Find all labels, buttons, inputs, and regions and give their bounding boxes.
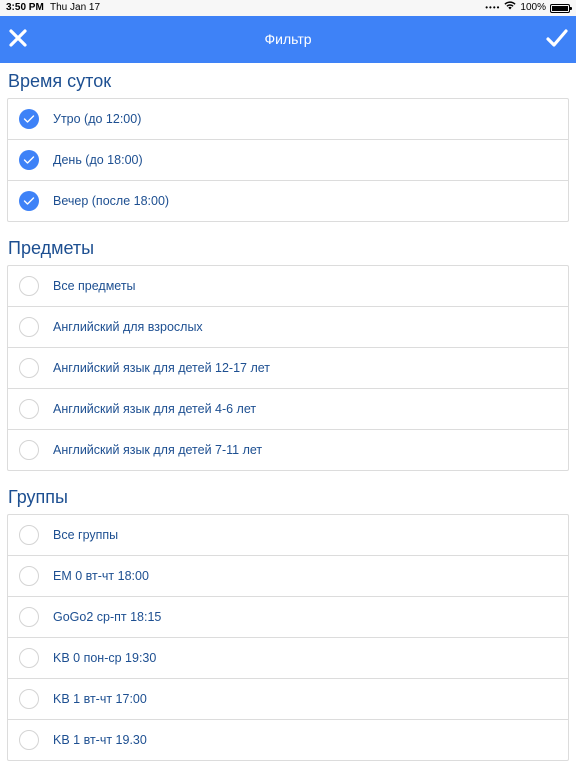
filter-option[interactable]: Английский язык для детей 4-6 лет [8, 388, 568, 429]
dots-icon: •••• [485, 3, 501, 12]
filter-list: Утро (до 12:00) День (до 18:00) Вечер (пос… [7, 98, 569, 222]
filter-option[interactable]: KB 0 пон-ср 19:30 [8, 637, 568, 678]
wifi-icon [504, 0, 517, 16]
filter-option-label: День (до 18:00) [53, 153, 143, 167]
status-time: 3:50 PM [6, 2, 44, 13]
checked-circle-icon[interactable] [19, 150, 39, 170]
nav-bar: Фильтр [0, 16, 576, 63]
filter-option[interactable]: Английский язык для детей 12-17 лет [8, 347, 568, 388]
filter-option[interactable]: KB 1 вт-чт 17:00 [8, 678, 568, 719]
filter-option-label: KB 1 вт-чт 17:00 [53, 692, 147, 706]
unchecked-circle-icon[interactable] [19, 730, 39, 750]
filter-option-label: Английский язык для детей 12-17 лет [53, 361, 271, 375]
filter-option-label: EM 0 вт-чт 18:00 [53, 569, 149, 583]
filter-content: Время суток Утро (до 12:00) День (до 18:00… [0, 63, 576, 768]
unchecked-circle-icon[interactable] [19, 317, 39, 337]
filter-option-label: KB 0 пон-ср 19:30 [53, 651, 157, 665]
filter-option[interactable]: Утро (до 12:00) [8, 99, 568, 139]
filter-option[interactable]: GoGo2 ср-пт 18:15 [8, 596, 568, 637]
battery-percent: 100% [520, 2, 546, 13]
unchecked-circle-icon[interactable] [19, 566, 39, 586]
filter-option-label: Английский для взрослых [53, 320, 203, 334]
filter-option-label: Утро (до 12:00) [53, 112, 142, 126]
checkmark-icon [546, 28, 568, 53]
filter-option[interactable]: День (до 18:00) [8, 139, 568, 180]
battery-icon [550, 3, 572, 13]
status-bar: 3:50 PM Thu Jan 17 •••• 100% [0, 0, 576, 16]
filter-option-label: Все предметы [53, 279, 136, 293]
section-title: Предметы [8, 238, 95, 258]
filter-option-label: Все группы [53, 528, 119, 542]
filter-option[interactable]: Вечер (после 18:00) [8, 180, 568, 221]
checked-circle-icon[interactable] [19, 191, 39, 211]
section-title: Время суток [8, 71, 112, 91]
unchecked-circle-icon[interactable] [19, 689, 39, 709]
unchecked-circle-icon[interactable] [19, 358, 39, 378]
status-date: Thu Jan 17 [50, 2, 101, 13]
filter-option-label: Вечер (после 18:00) [53, 194, 170, 208]
filter-option[interactable]: Английский для взрослых [8, 306, 568, 347]
nav-title: Фильтр [264, 31, 312, 47]
unchecked-circle-icon[interactable] [19, 276, 39, 296]
filter-option[interactable]: Все группы [8, 515, 568, 555]
section-title: Группы [8, 487, 68, 507]
unchecked-circle-icon[interactable] [19, 525, 39, 545]
filter-option[interactable]: Все предметы [8, 266, 568, 306]
status-indicators: •••• 100% [485, 0, 572, 16]
filter-option-label: Английский язык для детей 4-6 лет [53, 402, 257, 416]
filter-option[interactable]: KB 1 вт-чт 19.30 [8, 719, 568, 760]
unchecked-circle-icon[interactable] [19, 648, 39, 668]
filter-list: Все предметы Английский для взрослых Англи… [7, 265, 569, 471]
filter-list: Все группы EM 0 вт-чт 18:00 GoGo2 ср-пт 18… [7, 514, 569, 761]
filter-option-label: KB 1 вт-чт 19.30 [53, 733, 147, 747]
filter-option[interactable]: Английский язык для детей 7-11 лет [8, 429, 568, 470]
unchecked-circle-icon[interactable] [19, 399, 39, 419]
unchecked-circle-icon[interactable] [19, 440, 39, 460]
confirm-button[interactable] [544, 27, 570, 53]
filter-option-label: GoGo2 ср-пт 18:15 [53, 610, 162, 624]
filter-option[interactable]: EM 0 вт-чт 18:00 [8, 555, 568, 596]
filter-option-label: Английский язык для детей 7-11 лет [53, 443, 263, 457]
checked-circle-icon[interactable] [19, 109, 39, 129]
unchecked-circle-icon[interactable] [19, 607, 39, 627]
